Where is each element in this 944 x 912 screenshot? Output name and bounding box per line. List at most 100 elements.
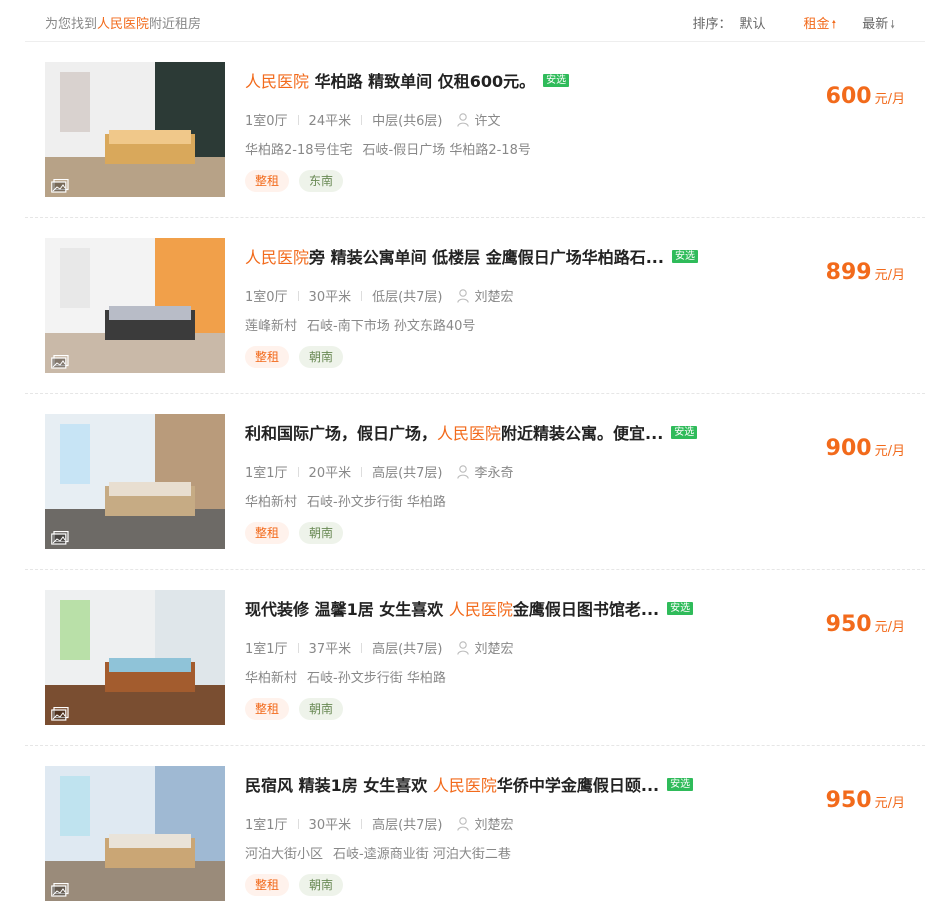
title-suffix: 金鹰假日图书馆老... — [512, 600, 660, 619]
listing-photo[interactable] — [45, 590, 225, 725]
listing-price: 600 元/月 — [826, 84, 905, 109]
listing-info: 1室0厅 24平米 中层(共6层) 许文 — [245, 110, 501, 129]
community-name[interactable]: 华柏新村 — [245, 495, 297, 510]
sort-rent-option[interactable]: 租金 🠕 — [804, 13, 837, 35]
divider — [361, 818, 363, 829]
divider — [361, 466, 363, 477]
floor-info: 中层(共6层) — [372, 114, 443, 129]
result-prefix: 为您找到 — [45, 17, 98, 32]
listing-card[interactable]: 人民医院旁 精装公寓单间 低楼层 金鹰假日广场华柏路石... 安选 1室0厅 3… — [25, 218, 925, 394]
title-prefix: 民宿风 精装1房 女生喜欢 — [245, 776, 433, 795]
listing-tags: 整租 朝南 — [245, 874, 353, 896]
floor-info: 低层(共7层) — [372, 290, 443, 305]
listing-tags: 整租 朝南 — [245, 346, 353, 368]
room-area: 30平米 — [308, 290, 352, 305]
listing-title[interactable]: 人民医院旁 精装公寓单间 低楼层 金鹰假日广场华柏路石... 安选 — [245, 244, 725, 268]
tag-rent-type: 整租 — [245, 170, 290, 192]
location-text: 石岐-假日广场 华柏路2-18号 — [362, 143, 531, 158]
listing-card[interactable]: 现代装修 温馨1居 女生喜欢 人民医院金鹰假日图书馆老... 安选 1室1厅 3… — [25, 570, 925, 746]
person-icon — [456, 288, 469, 303]
title-prefix: 现代装修 温馨1居 女生喜欢 — [245, 600, 449, 619]
tag-orientation: 朝南 — [299, 874, 344, 896]
community-name[interactable]: 华柏路2-18号住宅 — [245, 143, 353, 158]
title-suffix: 旁 精装公寓单间 低楼层 金鹰假日广场华柏路石... — [309, 248, 664, 267]
price-unit: 元/月 — [874, 92, 905, 107]
agent[interactable]: 刘楚宏 — [456, 814, 514, 833]
listing-title[interactable]: 现代装修 温馨1居 女生喜欢 人民医院金鹰假日图书馆老... 安选 — [245, 596, 725, 620]
listing-photo[interactable] — [45, 62, 225, 197]
room-layout: 1室0厅 — [245, 290, 288, 305]
title-keyword: 人民医院 — [245, 72, 310, 91]
room-area: 20平米 — [308, 466, 352, 481]
sort-rent-label: 租金 — [803, 17, 830, 32]
search-result-bar: 为您找到人民医院附近租房 排序： 默认 租金 🠕 最新 🠗 — [25, 0, 925, 42]
title-keyword: 人民医院 — [437, 424, 502, 443]
room-layout: 1室1厅 — [245, 818, 288, 833]
location-text: 石岐-逵源商业街 河泊大街二巷 — [333, 847, 511, 862]
room-area: 37平米 — [308, 642, 352, 657]
gallery-icon — [51, 531, 69, 545]
floor-info: 高层(共7层) — [372, 642, 443, 657]
sort-label: 排序： — [692, 17, 732, 32]
tag-rent-type: 整租 — [245, 698, 290, 720]
listing-address: 莲峰新村 石岐-南下市场 孙文东路40号 — [245, 315, 475, 334]
title-suffix: 华侨中学金鹰假日颐... — [496, 776, 660, 795]
verified-badge: 安选 — [667, 777, 694, 791]
listing-title[interactable]: 人民医院 华柏路 精致单间 仅租600元。 安选 — [245, 68, 725, 92]
price-value: 950 — [825, 612, 872, 637]
room-photo-image — [45, 766, 225, 901]
floor-info: 高层(共7层) — [372, 818, 443, 833]
person-icon — [456, 112, 469, 127]
sort-newest-option[interactable]: 最新 🠗 — [862, 13, 895, 35]
divider — [361, 114, 363, 125]
divider — [297, 114, 299, 125]
room-layout: 1室0厅 — [245, 114, 288, 129]
agent[interactable]: 刘楚宏 — [456, 286, 514, 305]
room-photo-image — [45, 590, 225, 725]
arrow-down-icon: 🠗 — [890, 18, 895, 31]
price-unit: 元/月 — [874, 620, 905, 635]
title-keyword: 人民医院 — [432, 776, 497, 795]
verified-badge: 安选 — [671, 249, 698, 263]
listing-info: 1室1厅 30平米 高层(共7层) 刘楚宏 — [245, 814, 514, 833]
listing-photo[interactable] — [45, 414, 225, 549]
listing-card[interactable]: 利和国际广场，假日广场，人民医院附近精装公寓。便宜... 安选 1室1厅 20平… — [25, 394, 925, 570]
result-summary: 为您找到人民医院附近租房 — [45, 13, 201, 32]
gallery-icon — [51, 179, 69, 193]
community-name[interactable]: 莲峰新村 — [245, 319, 297, 334]
listing-title[interactable]: 民宿风 精装1房 女生喜欢 人民医院华侨中学金鹰假日颐... 安选 — [245, 772, 725, 796]
listing-tags: 整租 朝南 — [245, 522, 353, 544]
price-value: 899 — [825, 260, 872, 285]
room-photo-image — [45, 238, 225, 373]
location-text: 石岐-孙文步行街 华柏路 — [307, 495, 446, 510]
price-value: 600 — [825, 84, 872, 109]
title-prefix: 利和国际广场，假日广场， — [245, 424, 438, 443]
person-icon — [456, 464, 469, 479]
listing-info: 1室1厅 20平米 高层(共7层) 李永奇 — [245, 462, 514, 481]
result-keyword[interactable]: 人民医院 — [97, 17, 149, 32]
agent[interactable]: 许文 — [456, 110, 501, 129]
listing-card[interactable]: 人民医院 华柏路 精致单间 仅租600元。 安选 1室0厅 24平米 中层(共6… — [25, 42, 925, 218]
listing-photo[interactable] — [45, 766, 225, 901]
community-name[interactable]: 河泊大街小区 — [245, 847, 323, 862]
agent-name: 刘楚宏 — [474, 818, 514, 833]
verified-badge: 安选 — [543, 73, 570, 87]
tag-orientation: 朝南 — [299, 698, 344, 720]
listing-price: 950 元/月 — [826, 788, 905, 813]
agent[interactable]: 李永奇 — [456, 462, 514, 481]
title-keyword: 人民医院 — [245, 248, 310, 267]
sort-default-option[interactable]: 默认 — [739, 13, 765, 35]
gallery-icon — [51, 707, 69, 721]
listing-photo[interactable] — [45, 238, 225, 373]
title-keyword: 人民医院 — [448, 600, 513, 619]
community-name[interactable]: 华柏新村 — [245, 671, 297, 686]
listing-address: 华柏路2-18号住宅 石岐-假日广场 华柏路2-18号 — [245, 139, 531, 158]
listing-card[interactable]: 民宿风 精装1房 女生喜欢 人民医院华侨中学金鹰假日颐... 安选 1室1厅 3… — [25, 746, 925, 912]
location-text: 石岐-孙文步行街 华柏路 — [307, 671, 446, 686]
listing-title[interactable]: 利和国际广场，假日广场，人民医院附近精装公寓。便宜... 安选 — [245, 420, 725, 444]
agent-name: 刘楚宏 — [474, 290, 514, 305]
agent[interactable]: 刘楚宏 — [456, 638, 514, 657]
price-unit: 元/月 — [874, 796, 905, 811]
price-value: 900 — [825, 436, 872, 461]
tag-rent-type: 整租 — [245, 522, 290, 544]
